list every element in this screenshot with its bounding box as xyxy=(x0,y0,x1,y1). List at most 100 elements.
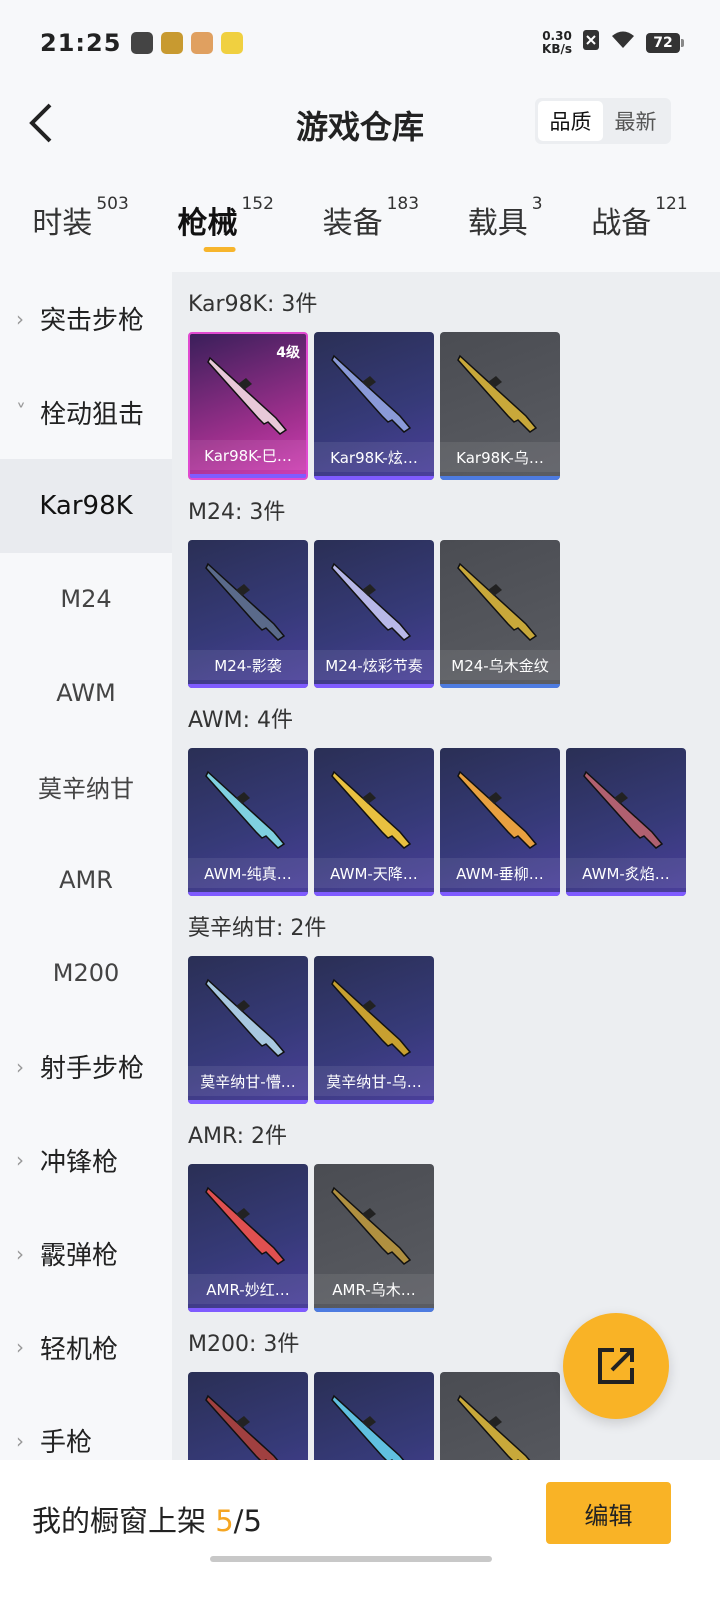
weapon-skin-card[interactable]: AWM-炙焰… xyxy=(566,748,686,896)
sidebar-item[interactable]: › 冲锋枪 xyxy=(0,1114,172,1208)
rarity-bar xyxy=(440,476,560,480)
weapon-card-row: AMR-妙红… AMR-乌木… xyxy=(188,1164,720,1312)
rarity-bar xyxy=(440,684,560,688)
weapon-card-row: 4级 Kar98K-巳… Kar98K-炫… Kar98K-乌… xyxy=(188,332,720,480)
sidebar-item[interactable]: › 轻机枪 xyxy=(0,1301,172,1395)
weapon-skin-card[interactable]: 莫辛纳甘-懵… xyxy=(188,956,308,1104)
chevron-right-icon: › xyxy=(16,1148,24,1173)
rarity-bar xyxy=(188,684,308,688)
sidebar-item[interactable]: 莫辛纳甘 xyxy=(0,740,172,834)
weapon-skin-list: Kar98K: 3件 4级 Kar98K-巳… Kar98K-炫… Kar98K-乌… M… xyxy=(172,272,720,1460)
weapon-skin-name: AMR-妙红… xyxy=(188,1274,308,1304)
rifle-icon xyxy=(205,770,286,849)
rarity-bar xyxy=(314,684,434,688)
sidebar-item[interactable]: AMR xyxy=(0,833,172,927)
rifle-icon xyxy=(331,978,412,1057)
home-indicator[interactable] xyxy=(210,1556,492,1562)
weapon-skin-card[interactable]: Kar98K-炫… xyxy=(314,332,434,480)
rifle-icon xyxy=(331,562,412,641)
edit-button[interactable]: 编辑 xyxy=(546,1482,671,1544)
chevron-right-icon: › xyxy=(16,1241,24,1266)
sort-option-quality[interactable]: 品质 xyxy=(538,101,603,141)
weapon-group: 莫辛纳甘: 2件莫辛纳甘-懵… 莫辛纳甘-乌… xyxy=(172,896,720,1104)
weapon-skin-card[interactable] xyxy=(188,1372,308,1460)
rifle-icon xyxy=(583,770,664,849)
rifle-icon xyxy=(205,562,286,641)
chevron-down-icon: ˅ xyxy=(16,400,26,425)
sidebar-item[interactable]: › 射手步枪 xyxy=(0,1020,172,1114)
weapon-group-title: AWM: 4件 xyxy=(188,708,293,733)
rifle-icon xyxy=(205,1394,279,1460)
skin-level-badge: 4级 xyxy=(276,345,300,361)
weapon-skin-name: AWM-纯真… xyxy=(188,858,308,888)
weapon-skin-card[interactable]: AWM-纯真… xyxy=(188,748,308,896)
sidebar-item[interactable]: M24 xyxy=(0,553,172,647)
sidebar-item-label: 栓动狙击 xyxy=(40,399,145,430)
weapon-skin-card[interactable]: M24-炫彩节奏 xyxy=(314,540,434,688)
weapon-card-row: M24-影袭 M24-炫彩节奏 M24-乌木金纹 xyxy=(188,540,720,688)
weapon-skin-card[interactable]: AWM-天降… xyxy=(314,748,434,896)
sidebar-item[interactable]: › 手枪 xyxy=(0,1394,172,1460)
weapon-card-row: AWM-纯真… AWM-天降… AWM-垂柳… AWM-炙焰… xyxy=(188,748,720,896)
sidebar-item-label: 射手步枪 xyxy=(40,1054,145,1085)
back-button[interactable] xyxy=(20,100,60,146)
weapon-skin-name: AWM-天降… xyxy=(314,858,434,888)
rarity-bar xyxy=(314,1100,434,1104)
category-tabs: 时装 503 枪械 152 装备 183 载具 3 战备 121 xyxy=(0,186,720,266)
sidebar-item[interactable]: AWM xyxy=(0,646,172,740)
network-speed: 0.30 KB/s xyxy=(542,29,572,56)
sort-toggle: 品质 最新 xyxy=(535,98,671,144)
sidebar-item-label: 莫辛纳甘 xyxy=(38,774,134,803)
sort-option-newest[interactable]: 最新 xyxy=(603,101,668,141)
tab-vehicles[interactable]: 载具 3 xyxy=(468,186,543,266)
status-bar: 21:25 0.30 KB/s 72 xyxy=(0,0,720,86)
rifle-icon xyxy=(457,1394,531,1460)
chevron-right-icon: › xyxy=(16,1054,24,1079)
rarity-bar xyxy=(566,892,686,896)
weapon-skin-card[interactable]: 4级 Kar98K-巳… xyxy=(188,332,308,480)
tab-supplies[interactable]: 战备 121 xyxy=(591,186,687,266)
rifle-icon xyxy=(205,1186,286,1265)
tab-count: 3 xyxy=(531,194,543,214)
sidebar-item-label: M24 xyxy=(60,585,112,614)
notification-icons xyxy=(131,32,244,54)
tab-count: 503 xyxy=(96,194,129,214)
tab-firearms[interactable]: 枪械 152 xyxy=(177,186,274,266)
rarity-bar xyxy=(314,1308,434,1312)
tab-count: 121 xyxy=(655,194,688,214)
tab-count: 183 xyxy=(386,194,420,214)
chevron-right-icon: › xyxy=(16,1335,24,1360)
weapon-skin-card[interactable]: Kar98K-乌… xyxy=(440,332,560,480)
sidebar-item[interactable]: M200 xyxy=(0,927,172,1021)
chevron-left-icon xyxy=(29,103,52,143)
weapon-skin-card[interactable]: 莫辛纳甘-乌… xyxy=(314,956,434,1104)
game-notification-icon xyxy=(161,32,184,54)
battery-icon: 72 xyxy=(646,33,684,53)
sidebar-item-label: M200 xyxy=(52,959,120,988)
weapon-skin-name: M24-炫彩节奏 xyxy=(314,650,434,680)
header: 游戏仓库 品质 最新 xyxy=(0,86,720,160)
sidebar-item-label: Kar98K xyxy=(39,490,133,521)
sidebar-item[interactable]: › 霰弹枪 xyxy=(0,1207,172,1301)
weapon-group: AMR: 2件 AMR-妙红… AMR-乌木… xyxy=(172,1104,720,1312)
tab-fashion[interactable]: 时装 503 xyxy=(32,186,128,266)
tab-equipment[interactable]: 装备 183 xyxy=(323,186,419,266)
weapon-skin-card[interactable]: M24-乌木金纹 xyxy=(440,540,560,688)
weapon-skin-card[interactable] xyxy=(440,1372,560,1460)
rifle-icon xyxy=(331,354,412,433)
weapon-skin-card[interactable]: AMR-乌木… xyxy=(314,1164,434,1312)
weapon-skin-card[interactable] xyxy=(314,1372,434,1460)
weapon-skin-name: AMR-乌木… xyxy=(314,1274,434,1304)
weapon-skin-card[interactable]: AWM-垂柳… xyxy=(440,748,560,896)
rarity-bar xyxy=(314,476,434,480)
weapon-skin-card[interactable]: AMR-妙红… xyxy=(188,1164,308,1312)
sidebar-item[interactable]: Kar98K xyxy=(0,459,172,553)
sidebar-item[interactable]: › 突击步枪 xyxy=(0,272,172,366)
weapon-card-row: 莫辛纳甘-懵… 莫辛纳甘-乌… xyxy=(188,956,720,1104)
sidebar-item[interactable]: ˅ 栓动狙击 xyxy=(0,366,172,460)
weapon-group-title: 莫辛纳甘: 2件 xyxy=(188,916,327,941)
share-button[interactable] xyxy=(563,1313,669,1419)
weapon-skin-card[interactable]: M24-影袭 xyxy=(188,540,308,688)
weapon-group: M24: 3件 M24-影袭 M24-炫彩节奏 M24-乌木金纹 xyxy=(172,480,720,688)
rarity-bar xyxy=(440,892,560,896)
